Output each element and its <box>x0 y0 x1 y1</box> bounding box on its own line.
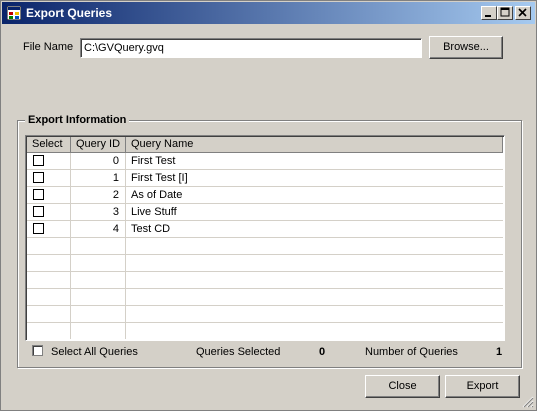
select-all-checkbox[interactable] <box>32 345 43 356</box>
empty-row <box>27 306 503 323</box>
query-name-cell: Test CD <box>131 223 171 235</box>
queries-selected-value: 0 <box>319 346 326 358</box>
column-header-select[interactable]: Select <box>27 137 71 153</box>
number-of-queries-value: 1 <box>496 346 503 358</box>
maximize-icon <box>500 7 510 17</box>
query-id-cell: 4 <box>71 221 126 237</box>
query-name-cell: First Test [I] <box>131 172 188 184</box>
minimize-icon <box>485 15 491 17</box>
row-checkbox[interactable] <box>33 189 44 200</box>
empty-row <box>27 255 503 272</box>
close-button[interactable]: Close <box>365 375 440 398</box>
empty-row <box>27 289 503 306</box>
row-checkbox[interactable] <box>33 223 44 234</box>
row-checkbox[interactable] <box>33 206 44 217</box>
select-all-label[interactable]: Select All Queries <box>51 346 138 358</box>
row-checkbox[interactable] <box>33 172 44 183</box>
select-cell[interactable] <box>27 153 71 169</box>
table-row[interactable]: 2 As of Date <box>27 187 503 204</box>
select-cell[interactable] <box>27 204 71 220</box>
table-row[interactable]: 3 Live Stuff <box>27 204 503 221</box>
select-cell[interactable] <box>27 221 71 237</box>
maximize-button[interactable] <box>497 6 513 20</box>
window-title: Export Queries <box>26 6 113 20</box>
table-row[interactable]: 4 Test CD <box>27 221 503 238</box>
table-row[interactable]: 1 First Test [I] <box>27 170 503 187</box>
export-button[interactable]: Export <box>445 375 520 398</box>
queries-grid[interactable]: Select Query ID Query Name 0 First Test … <box>25 135 505 341</box>
query-id-cell: 0 <box>71 153 126 169</box>
row-checkbox[interactable] <box>33 155 44 166</box>
export-queries-window: Export Queries File Name C:\GVQuery.gvq … <box>0 0 537 411</box>
query-id-cell: 3 <box>71 204 126 220</box>
empty-row <box>27 238 503 255</box>
empty-row <box>27 323 503 340</box>
query-name-cell: First Test <box>131 155 176 167</box>
close-window-button[interactable] <box>515 6 531 20</box>
number-of-queries-label: Number of Queries <box>365 346 458 358</box>
column-header-query-id[interactable]: Query ID <box>71 137 126 153</box>
export-information-title: Export Information <box>25 114 130 126</box>
resize-grip-icon[interactable] <box>522 396 534 408</box>
query-name-cell: Live Stuff <box>131 206 177 218</box>
queries-selected-label: Queries Selected <box>196 346 281 358</box>
title-bar[interactable]: Export Queries <box>2 2 535 24</box>
file-name-input[interactable]: C:\GVQuery.gvq <box>80 38 422 58</box>
query-id-cell: 1 <box>71 170 126 186</box>
select-cell[interactable] <box>27 170 71 186</box>
column-header-query-name[interactable]: Query Name <box>126 137 503 153</box>
file-name-label: File Name <box>23 41 74 53</box>
close-icon <box>518 8 527 17</box>
app-icon <box>7 6 21 20</box>
query-name-cell: As of Date <box>131 189 183 201</box>
select-cell[interactable] <box>27 187 71 203</box>
empty-row <box>27 272 503 289</box>
minimize-button[interactable] <box>481 6 497 20</box>
table-row[interactable]: 0 First Test <box>27 153 503 170</box>
query-id-cell: 2 <box>71 187 126 203</box>
browse-button[interactable]: Browse... <box>429 36 503 59</box>
